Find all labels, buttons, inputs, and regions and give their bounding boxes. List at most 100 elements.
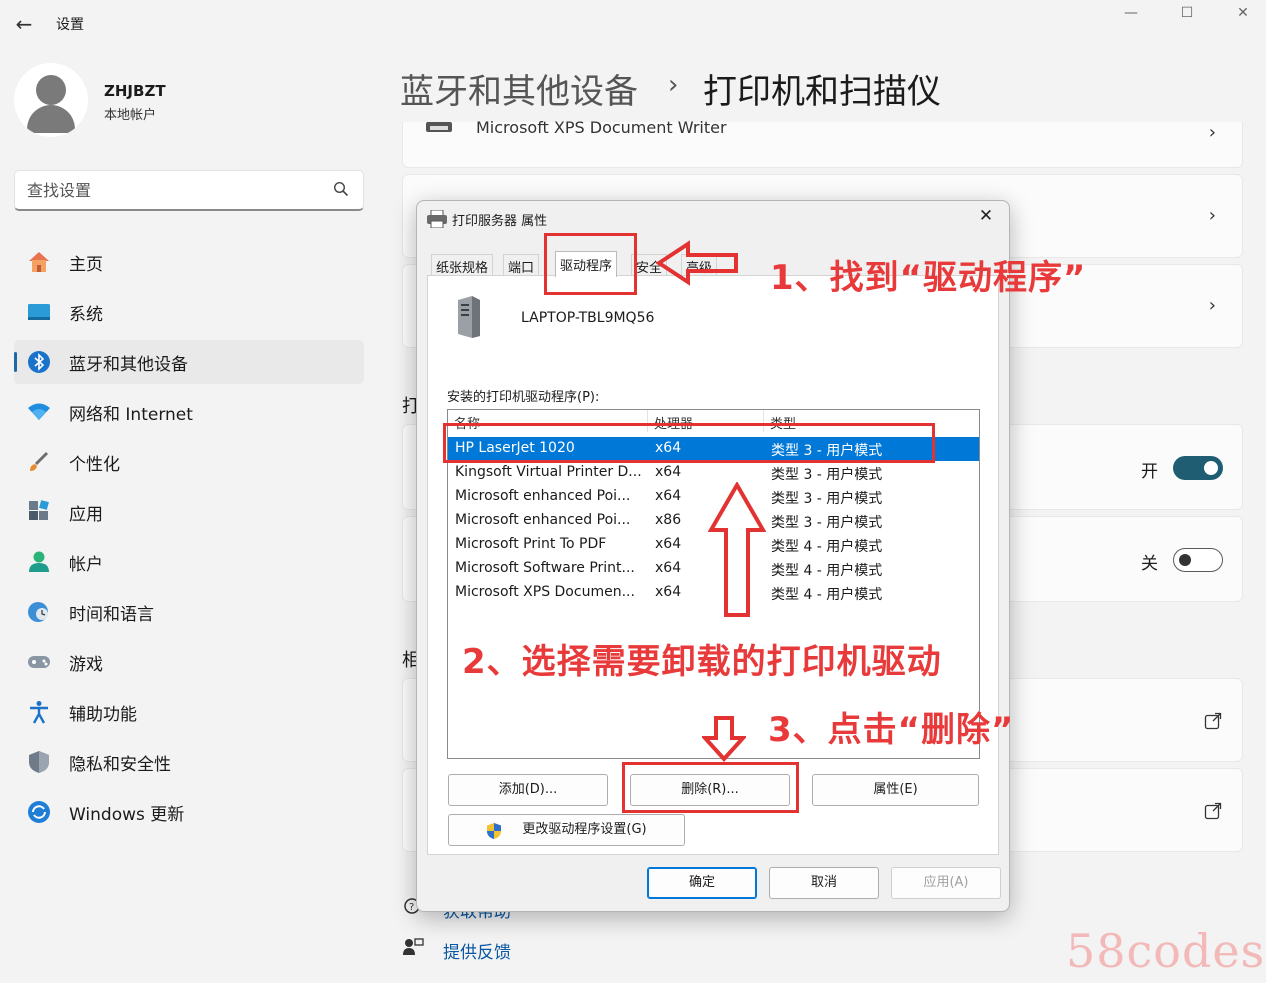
- brush-icon: [30, 451, 49, 471]
- sidebar-item-label: 系统: [69, 305, 103, 325]
- sidebar-item-personalization[interactable]: 个性化: [14, 440, 364, 484]
- sidebar-item-time-language[interactable]: 时间和语言: [14, 590, 364, 634]
- bluetooth-icon: [28, 351, 50, 373]
- sidebar-item-label: 帐户: [69, 555, 103, 575]
- sidebar-item-label: 游戏: [69, 655, 103, 675]
- uac-shield-icon: [487, 823, 501, 839]
- sidebar-item-label: 隐私和安全性: [69, 755, 171, 775]
- toggle-state-label: 开: [1141, 462, 1158, 482]
- page-title: 打印机和扫描仪: [703, 72, 941, 112]
- sidebar-item-label: 个性化: [69, 455, 120, 475]
- driver-type: 类型 3 - 用户模式: [771, 515, 883, 531]
- dialog-title: 打印服务器 属性: [452, 214, 548, 229]
- chevron-right-icon: ›: [1208, 122, 1216, 143]
- sidebar-item-accounts[interactable]: 帐户: [14, 540, 364, 584]
- close-window-button[interactable]: ✕: [1220, 2, 1266, 24]
- annotation-step-3: 3、点击“删除”: [768, 710, 1015, 750]
- shield-icon: [29, 751, 49, 773]
- gamepad-icon: [28, 656, 50, 668]
- driver-name: Microsoft enhanced Poi...: [455, 512, 631, 528]
- driver-type: 类型 3 - 用户模式: [771, 491, 883, 507]
- feedback-icon: [403, 938, 424, 955]
- watermark: 58codes: [1066, 924, 1266, 978]
- installed-drivers-label: 安装的打印机驱动程序(P):: [447, 390, 600, 405]
- minimize-button[interactable]: —: [1108, 2, 1154, 24]
- driver-properties-button[interactable]: 属性(E): [812, 774, 979, 806]
- clock-globe-icon: [28, 602, 48, 622]
- toggle-switch-on[interactable]: [1173, 456, 1223, 480]
- chevron-right-icon: ›: [1208, 205, 1216, 226]
- add-driver-button[interactable]: 添加(D)...: [448, 774, 608, 806]
- sidebar-item-system[interactable]: 系统: [14, 290, 364, 334]
- change-driver-settings-button[interactable]: 更改驱动程序设置(G): [448, 814, 685, 846]
- sidebar-item-label: 蓝牙和其他设备: [69, 355, 188, 375]
- sidebar-item-label: 时间和语言: [69, 605, 154, 625]
- account-icon: [29, 551, 49, 572]
- app-title: 设置: [56, 17, 84, 33]
- highlight-box-remove-button: [622, 762, 799, 813]
- external-link-icon: [1204, 802, 1222, 820]
- printer-icon: [427, 210, 447, 228]
- apply-button[interactable]: 应用(A): [891, 867, 1001, 899]
- driver-processor: x86: [655, 512, 682, 528]
- external-link-icon: [1204, 712, 1222, 730]
- printer-name: Microsoft XPS Document Writer: [476, 118, 727, 137]
- driver-name: Microsoft enhanced Poi...: [455, 488, 631, 504]
- search-input[interactable]: [27, 179, 317, 201]
- driver-processor: x64: [655, 560, 682, 576]
- cancel-button[interactable]: 取消: [769, 867, 879, 899]
- search-box[interactable]: [14, 170, 364, 211]
- driver-type: 类型 3 - 用户模式: [771, 467, 883, 483]
- breadcrumb-separator: ›: [668, 70, 679, 100]
- sidebar-item-bluetooth[interactable]: 蓝牙和其他设备: [14, 340, 364, 384]
- driver-name: Kingsoft Virtual Printer D...: [455, 464, 642, 480]
- driver-processor: x64: [655, 536, 682, 552]
- sidebar-item-label: 网络和 Internet: [69, 405, 193, 425]
- driver-type: 类型 4 - 用户模式: [771, 563, 883, 579]
- give-feedback-link[interactable]: 提供反馈: [443, 938, 511, 963]
- sidebar-item-accessibility[interactable]: 辅助功能: [14, 690, 364, 734]
- arrow-up-icon: [708, 482, 766, 617]
- apps-icon: [29, 500, 49, 520]
- tab-drivers[interactable]: 驱动程序: [555, 251, 618, 277]
- annotation-step-2: 2、选择需要卸载的打印机驱动: [462, 642, 942, 682]
- home-icon: [29, 252, 49, 272]
- sidebar-item-apps[interactable]: 应用: [14, 490, 364, 534]
- avatar[interactable]: [14, 63, 88, 137]
- close-icon[interactable]: ✕: [975, 205, 997, 227]
- sidebar-item-label: 辅助功能: [69, 705, 137, 725]
- driver-processor: x64: [655, 584, 682, 600]
- driver-name: Microsoft Print To PDF: [455, 536, 607, 552]
- ok-button[interactable]: 确定: [647, 867, 757, 899]
- back-arrow-icon[interactable]: ←: [12, 12, 36, 36]
- driver-type: 类型 4 - 用户模式: [771, 587, 883, 603]
- sync-icon: [28, 801, 50, 823]
- change-driver-settings-label: 更改驱动程序设置(G): [522, 822, 647, 837]
- server-name: LAPTOP-TBL9MQ56: [521, 310, 655, 326]
- sidebar-item-network[interactable]: 网络和 Internet: [14, 390, 364, 434]
- search-icon[interactable]: [333, 181, 349, 197]
- arrow-down-icon: [702, 716, 746, 762]
- driver-processor: x64: [655, 488, 682, 504]
- driver-name: Microsoft XPS Documen...: [455, 584, 635, 600]
- sidebar-item-label: 主页: [69, 255, 103, 275]
- tab-paper-sizes[interactable]: 纸张规格: [431, 254, 494, 276]
- account-type: 本地帐户: [104, 108, 157, 123]
- server-icon: [458, 296, 480, 338]
- driver-type: 类型 4 - 用户模式: [771, 539, 883, 555]
- sidebar-item-home[interactable]: 主页: [14, 240, 364, 284]
- wifi-icon: [28, 403, 50, 420]
- toggle-switch-off[interactable]: [1173, 548, 1223, 572]
- printer-icon: [426, 122, 452, 132]
- sidebar-item-gaming[interactable]: 游戏: [14, 640, 364, 684]
- maximize-button[interactable]: ☐: [1164, 2, 1210, 24]
- breadcrumb-parent[interactable]: 蓝牙和其他设备: [400, 64, 638, 113]
- system-icon: [28, 304, 50, 320]
- accessibility-icon: [30, 701, 48, 724]
- svg-text:?: ?: [409, 902, 414, 913]
- chevron-right-icon: ›: [1208, 295, 1216, 316]
- tab-ports[interactable]: 端口: [503, 254, 540, 276]
- driver-name: Microsoft Software Print...: [455, 560, 635, 576]
- sidebar-item-windows-update[interactable]: Windows 更新: [14, 790, 364, 834]
- sidebar-item-privacy[interactable]: 隐私和安全性: [14, 740, 364, 784]
